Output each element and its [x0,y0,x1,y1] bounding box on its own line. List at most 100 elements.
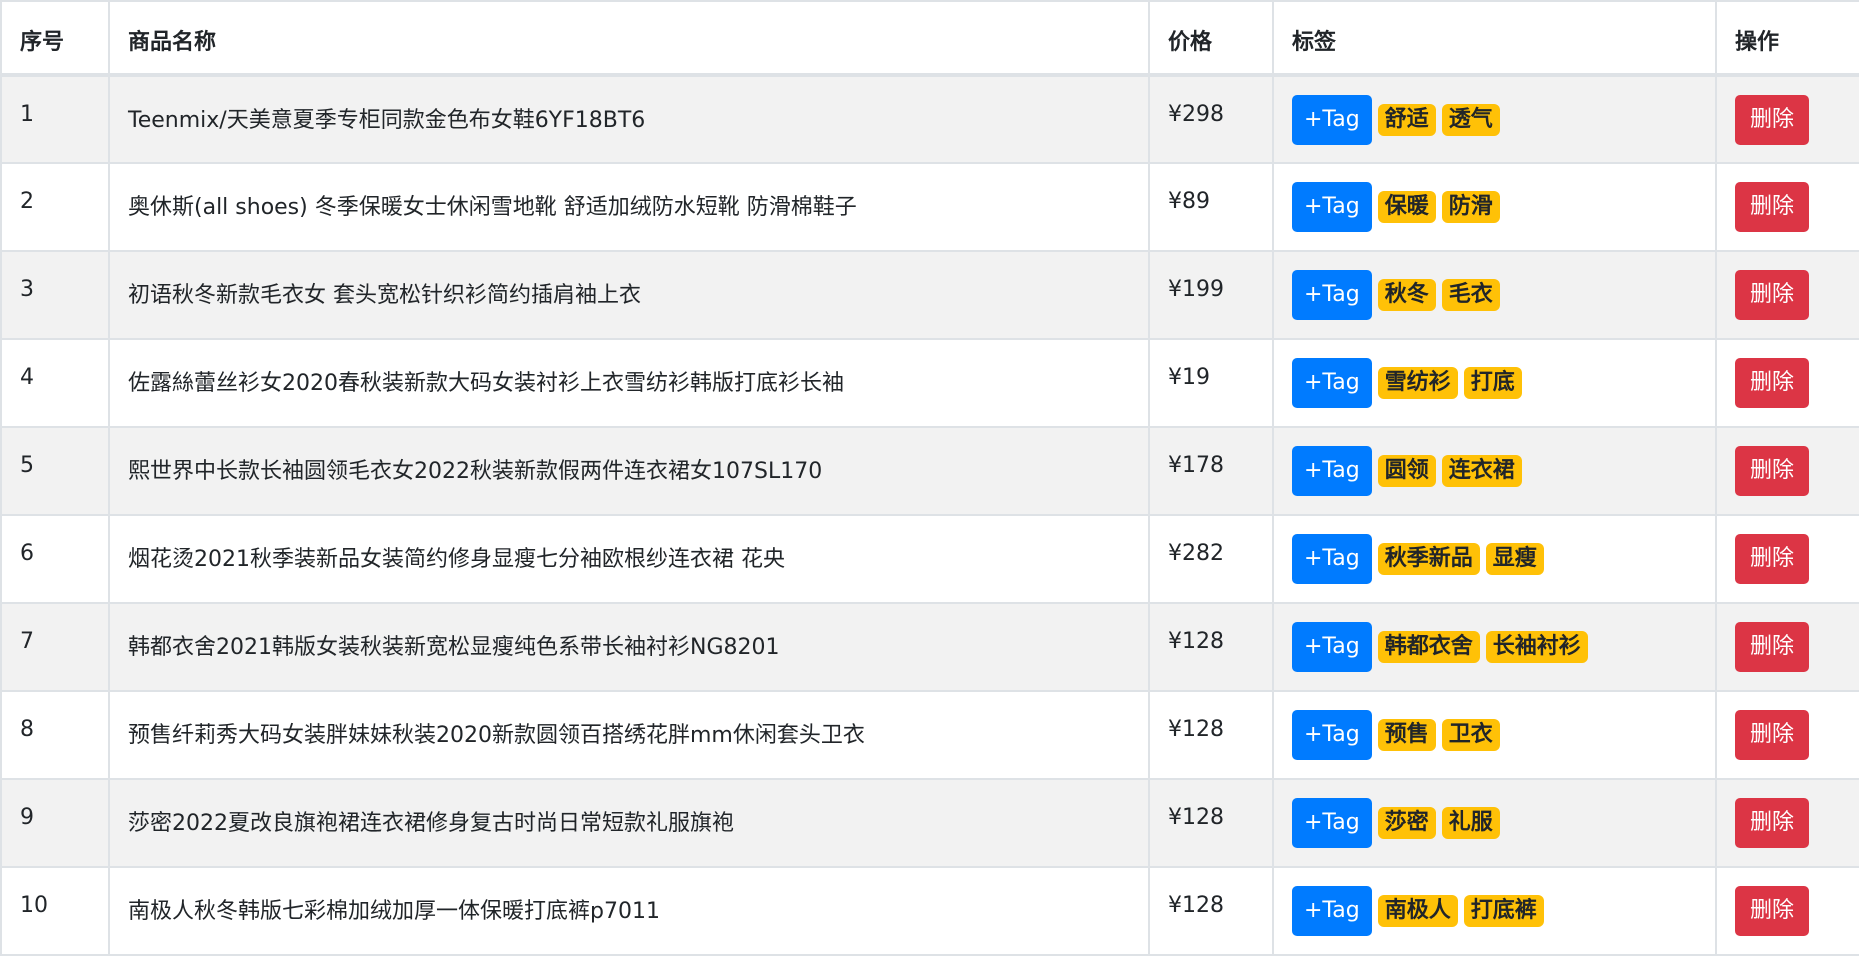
actions-cell: 删除 [1715,514,1859,604]
tags-cell: +Tag 预售 卫衣 [1272,690,1717,780]
delete-button[interactable]: 删除 [1735,710,1809,760]
goods-table: 序号 商品名称 价格 标签 操作 1 Teenmix/天美意夏季专柜同款金色布女鞋… [0,0,1859,956]
product-price: ¥128 [1148,778,1274,868]
row-index: 9 [0,778,110,868]
tags-cell: +Tag 秋季新品 显瘦 [1272,514,1717,604]
row-index: 3 [0,250,110,340]
add-tag-button[interactable]: +Tag [1292,710,1372,760]
row-index: 7 [0,602,110,692]
table-row: 6 烟花烫2021秋季装新品女装简约修身显瘦七分袖欧根纱连衣裙 花央 ¥282 +Ta… [0,514,1859,604]
product-name: 熙世界中长款长袖圆领毛衣女2022秋装新款假两件连衣裙女107SL170 [108,426,1150,516]
tag-badge: 连衣裙 [1441,455,1522,487]
actions-cell: 删除 [1715,162,1859,252]
row-index: 1 [0,74,110,164]
tag-badge: 打底裤 [1463,895,1544,927]
actions-cell: 删除 [1715,778,1859,868]
row-index: 4 [0,338,110,428]
delete-button[interactable]: 删除 [1735,798,1809,848]
delete-button[interactable]: 删除 [1735,534,1809,584]
actions-cell: 删除 [1715,250,1859,340]
table-body: 1 Teenmix/天美意夏季专柜同款金色布女鞋6YF18BT6 ¥298 +Tag 舒… [0,74,1859,956]
add-tag-button[interactable]: +Tag [1292,446,1372,496]
tag-badge: 毛衣 [1441,279,1500,311]
actions-cell: 删除 [1715,426,1859,516]
tag-badge: 秋季新品 [1377,543,1480,575]
product-name: 烟花烫2021秋季装新品女装简约修身显瘦七分袖欧根纱连衣裙 花央 [108,514,1150,604]
product-name: 南极人秋冬韩版七彩棉加绒加厚一体保暖打底裤p7011 [108,866,1150,956]
tag-badge: 长袖衬衫 [1485,631,1588,663]
tag-badge: 莎密 [1377,807,1436,839]
header-row: 序号 商品名称 价格 标签 操作 [0,0,1859,77]
add-tag-button[interactable]: +Tag [1292,358,1372,408]
add-tag-button[interactable]: +Tag [1292,622,1372,672]
tags-cell: +Tag 韩都衣舍 长袖衬衫 [1272,602,1717,692]
add-tag-button[interactable]: +Tag [1292,886,1372,936]
tag-badge: 卫衣 [1441,719,1500,751]
tag-badge: 圆领 [1377,455,1436,487]
header-price: 价格 [1148,0,1274,77]
actions-cell: 删除 [1715,74,1859,164]
delete-button[interactable]: 删除 [1735,95,1809,145]
table-row: 4 佐露絲蕾丝衫女2020春秋装新款大码女装衬衫上衣雪纺衫韩版打底衫长袖 ¥19 +T… [0,338,1859,428]
row-index: 8 [0,690,110,780]
row-index: 2 [0,162,110,252]
delete-button[interactable]: 删除 [1735,622,1809,672]
tag-badge: 雪纺衫 [1377,367,1458,399]
tags-cell: +Tag 秋冬 毛衣 [1272,250,1717,340]
product-price: ¥298 [1148,74,1274,164]
tags-cell: +Tag 保暖 防滑 [1272,162,1717,252]
table-row: 7 韩都衣舍2021韩版女装秋装新宽松显瘦纯色系带长袖衬衫NG8201 ¥128 +T… [0,602,1859,692]
product-price: ¥199 [1148,250,1274,340]
actions-cell: 删除 [1715,602,1859,692]
product-price: ¥128 [1148,602,1274,692]
product-price: ¥19 [1148,338,1274,428]
tag-badge: 舒适 [1377,104,1436,136]
tag-badge: 秋冬 [1377,279,1436,311]
delete-button[interactable]: 删除 [1735,358,1809,408]
tags-cell: +Tag 南极人 打底裤 [1272,866,1717,956]
row-index: 10 [0,866,110,956]
add-tag-button[interactable]: +Tag [1292,95,1372,145]
delete-button[interactable]: 删除 [1735,182,1809,232]
table-row: 1 Teenmix/天美意夏季专柜同款金色布女鞋6YF18BT6 ¥298 +Tag 舒… [0,74,1859,164]
tags-cell: +Tag 雪纺衫 打底 [1272,338,1717,428]
tag-badge: 显瘦 [1485,543,1544,575]
table-row: 8 预售纤莉秀大码女装胖妹妹秋装2020新款圆领百搭绣花胖mm休闲套头卫衣 ¥128… [0,690,1859,780]
product-name: 韩都衣舍2021韩版女装秋装新宽松显瘦纯色系带长袖衬衫NG8201 [108,602,1150,692]
add-tag-button[interactable]: +Tag [1292,182,1372,232]
product-name: 初语秋冬新款毛衣女 套头宽松针织衫简约插肩袖上衣 [108,250,1150,340]
table-row: 9 莎密2022夏改良旗袍裙连衣裙修身复古时尚日常短款礼服旗袍 ¥128 +Tag 莎密… [0,778,1859,868]
product-name: 预售纤莉秀大码女装胖妹妹秋装2020新款圆领百搭绣花胖mm休闲套头卫衣 [108,690,1150,780]
delete-button[interactable]: 删除 [1735,446,1809,496]
tag-badge: 打底 [1463,367,1522,399]
delete-button[interactable]: 删除 [1735,270,1809,320]
tag-badge: 南极人 [1377,895,1458,927]
row-index: 5 [0,426,110,516]
tags-cell: +Tag 莎密 礼服 [1272,778,1717,868]
product-price: ¥282 [1148,514,1274,604]
row-index: 6 [0,514,110,604]
add-tag-button[interactable]: +Tag [1292,534,1372,584]
tag-badge: 保暖 [1377,191,1436,223]
table-header: 序号 商品名称 价格 标签 操作 [0,0,1859,77]
add-tag-button[interactable]: +Tag [1292,270,1372,320]
tag-badge: 透气 [1441,104,1500,136]
product-price: ¥128 [1148,690,1274,780]
product-price: ¥89 [1148,162,1274,252]
tags-cell: +Tag 圆领 连衣裙 [1272,426,1717,516]
header-name: 商品名称 [108,0,1150,77]
header-actions: 操作 [1715,0,1859,77]
add-tag-button[interactable]: +Tag [1292,798,1372,848]
product-name: 佐露絲蕾丝衫女2020春秋装新款大码女装衬衫上衣雪纺衫韩版打底衫长袖 [108,338,1150,428]
product-price: ¥178 [1148,426,1274,516]
tags-cell: +Tag 舒适 透气 [1272,74,1717,164]
table-row: 3 初语秋冬新款毛衣女 套头宽松针织衫简约插肩袖上衣 ¥199 +Tag 秋冬 毛衣 删除 [0,250,1859,340]
tag-badge: 韩都衣舍 [1377,631,1480,663]
delete-button[interactable]: 删除 [1735,886,1809,936]
product-name: 莎密2022夏改良旗袍裙连衣裙修身复古时尚日常短款礼服旗袍 [108,778,1150,868]
tag-badge: 防滑 [1441,191,1500,223]
table-row: 5 熙世界中长款长袖圆领毛衣女2022秋装新款假两件连衣裙女107SL170 ¥17… [0,426,1859,516]
header-tags: 标签 [1272,0,1717,77]
actions-cell: 删除 [1715,690,1859,780]
tag-badge: 礼服 [1441,807,1500,839]
